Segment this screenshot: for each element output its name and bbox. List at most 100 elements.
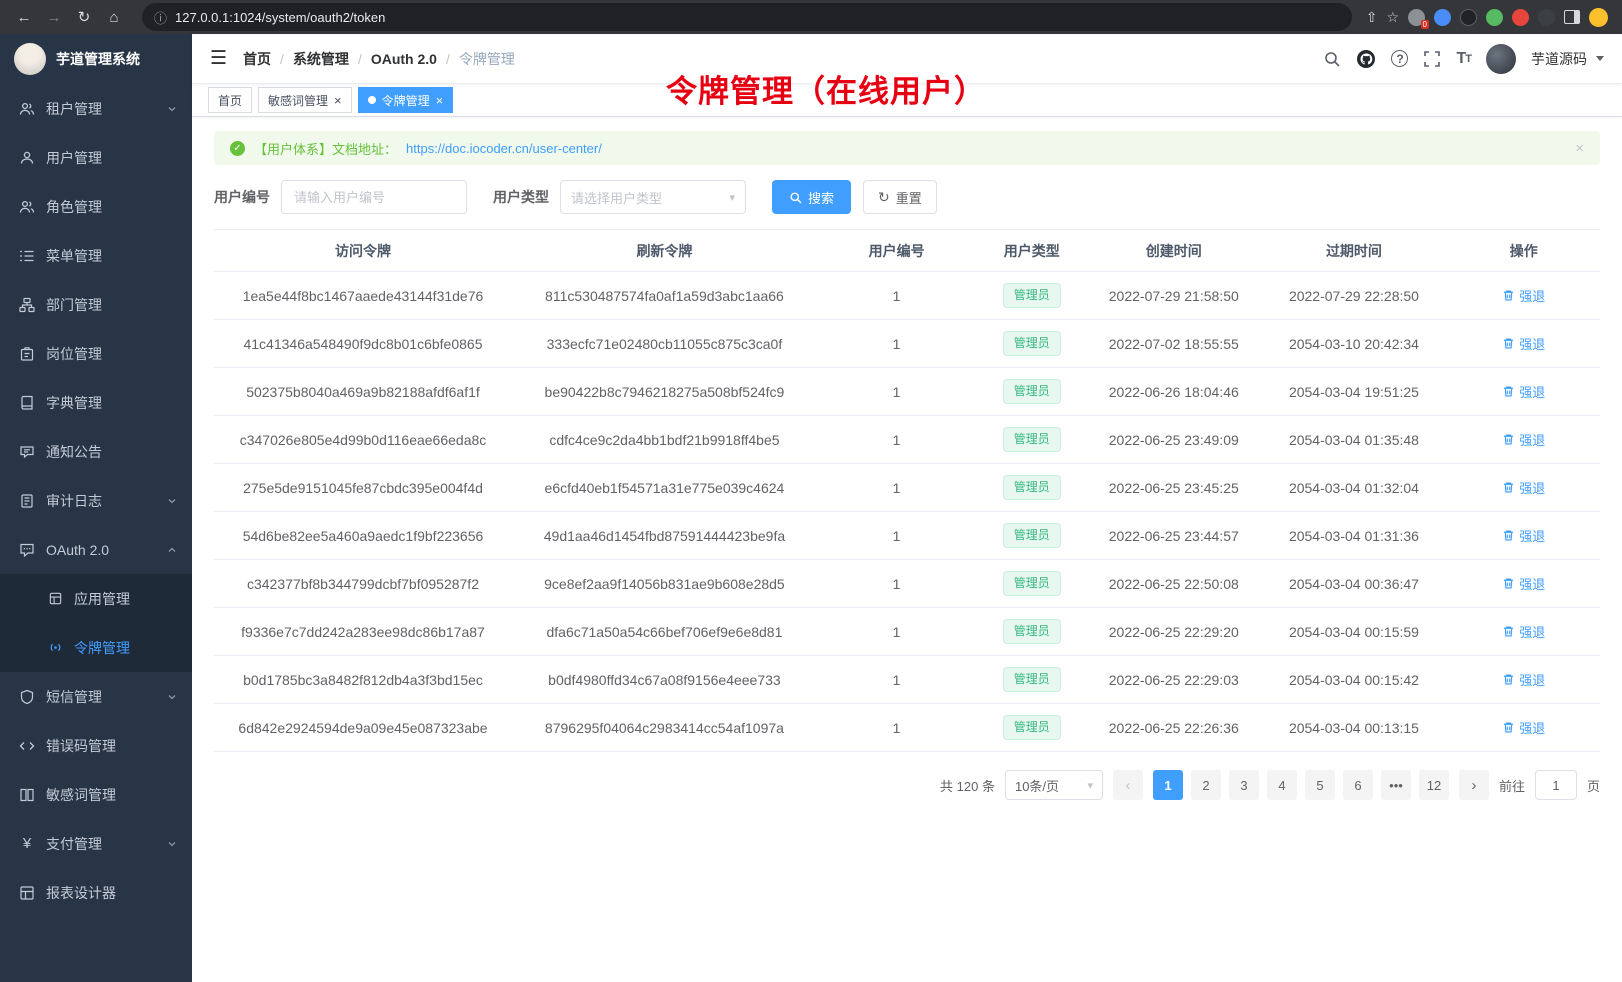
table-row: b0d1785bc3a8482f812db4a3f3bd15ec b0df498…	[214, 656, 1600, 704]
document-icon	[19, 493, 35, 509]
sidebar-item-post[interactable]: 岗位管理	[0, 329, 192, 378]
sidebar-item-token-management[interactable]: 令牌管理	[0, 623, 192, 672]
force-logout-button[interactable]: 强退	[1502, 622, 1545, 641]
doc-link[interactable]: https://doc.iocoder.cn/user-center/	[406, 141, 602, 156]
extension-icon[interactable]	[1460, 9, 1477, 26]
user-menu-caret-icon[interactable]	[1596, 56, 1604, 61]
extension-icon[interactable]	[1486, 9, 1503, 26]
sidebar-item-user[interactable]: 用户管理	[0, 133, 192, 182]
breadcrumb-oauth[interactable]: OAuth 2.0	[371, 51, 437, 67]
pagination-next-button[interactable]: ›	[1459, 770, 1489, 800]
side-panel-icon[interactable]	[1564, 10, 1580, 24]
goto-page-input[interactable]	[1535, 770, 1577, 800]
sidebar-item-tenant[interactable]: 租户管理	[0, 84, 192, 133]
active-dot-icon	[368, 96, 376, 104]
breadcrumb-home[interactable]: 首页	[243, 49, 271, 69]
cell-created-time: 2022-07-02 18:55:55	[1087, 320, 1260, 368]
sidebar-item-notice[interactable]: 通知公告	[0, 427, 192, 476]
refresh-icon: ↻	[878, 190, 890, 204]
pagination-page-12[interactable]: 12	[1419, 770, 1449, 800]
pagination-ellipsis[interactable]: •••	[1381, 770, 1411, 800]
force-logout-button[interactable]: 强退	[1502, 478, 1545, 497]
sidebar-item-error-code[interactable]: 错误码管理	[0, 721, 192, 770]
app-window-icon	[47, 591, 63, 607]
list-icon	[19, 248, 35, 264]
extension-icon[interactable]	[1512, 9, 1529, 26]
oauth-submenu: 应用管理 令牌管理	[0, 574, 192, 672]
force-logout-button[interactable]: 强退	[1502, 574, 1545, 593]
sidebar-item-dept[interactable]: 部门管理	[0, 280, 192, 329]
sidebar-item-dict[interactable]: 字典管理	[0, 378, 192, 427]
browser-forward-icon[interactable]: →	[40, 3, 68, 31]
sidebar-item-report-designer[interactable]: 报表设计器	[0, 868, 192, 917]
sidebar-item-sms[interactable]: 短信管理	[0, 672, 192, 721]
user-id-input[interactable]	[281, 180, 467, 214]
force-logout-button[interactable]: 强退	[1502, 526, 1545, 545]
pagination-page-2[interactable]: 2	[1191, 770, 1221, 800]
search-button[interactable]: 搜索	[772, 180, 851, 214]
force-logout-button[interactable]: 强退	[1502, 430, 1545, 449]
user-type-badge: 管理员	[1003, 283, 1061, 308]
table-row: 275e5de9151045fe87cbdc395e004f4d e6cfd40…	[214, 464, 1600, 512]
pagination-page-5[interactable]: 5	[1305, 770, 1335, 800]
cell-access-token: 6d842e2924594de9a09e45e087323abe	[214, 704, 512, 752]
sidebar-item-role[interactable]: 角色管理	[0, 182, 192, 231]
user-type-select[interactable]: 请选择用户类型 ▾	[560, 180, 746, 214]
table-row: f9336e7c7dd242a283ee98dc86b17a87 dfa6c71…	[214, 608, 1600, 656]
extension-icon[interactable]	[1408, 9, 1425, 26]
force-logout-button[interactable]: 强退	[1502, 718, 1545, 737]
pagination-page-3[interactable]: 3	[1229, 770, 1259, 800]
extension-icon[interactable]	[1538, 9, 1555, 26]
user-type-badge: 管理员	[1003, 571, 1061, 596]
cell-access-token: 502375b8040a469a9b82188afdf6af1f	[214, 368, 512, 416]
breadcrumb-system[interactable]: 系统管理	[293, 49, 349, 69]
search-icon[interactable]	[1323, 50, 1341, 68]
force-logout-button[interactable]: 强退	[1502, 334, 1545, 353]
browser-home-icon[interactable]: ⌂	[100, 3, 128, 31]
help-icon[interactable]: ?	[1391, 50, 1408, 67]
user-name[interactable]: 芋道源码	[1531, 49, 1587, 69]
pagination-total: 共 120 条	[940, 776, 995, 795]
tab-sensitive-word[interactable]: 敏感词管理 ×	[258, 87, 352, 113]
extension-icon[interactable]	[1434, 9, 1451, 26]
browser-refresh-icon[interactable]: ↻	[70, 3, 98, 31]
user-avatar[interactable]	[1486, 44, 1516, 74]
sidebar-item-sensitive-word[interactable]: 敏感词管理	[0, 770, 192, 819]
col-actions: 操作	[1448, 230, 1601, 272]
collapse-menu-icon[interactable]: ☰	[210, 49, 227, 68]
browser-profile-avatar[interactable]	[1589, 8, 1608, 27]
delete-icon	[1502, 625, 1515, 638]
sidebar-item-audit-log[interactable]: 审计日志	[0, 476, 192, 525]
force-logout-button[interactable]: 强退	[1502, 382, 1545, 401]
pagination-page-1[interactable]: 1	[1153, 770, 1183, 800]
site-info-icon[interactable]: ⓘ	[154, 8, 167, 27]
tab-home[interactable]: 首页	[208, 87, 252, 113]
user-type-badge: 管理员	[1003, 523, 1061, 548]
app-logo[interactable]: 芋道管理系统	[0, 34, 192, 84]
github-icon[interactable]	[1356, 49, 1376, 69]
pagination-page-6[interactable]: 6	[1343, 770, 1373, 800]
pagination-page-4[interactable]: 4	[1267, 770, 1297, 800]
force-logout-button[interactable]: 强退	[1502, 670, 1545, 689]
sidebar-item-app-management[interactable]: 应用管理	[0, 574, 192, 623]
bookmark-star-icon[interactable]: ☆	[1386, 9, 1399, 26]
alert-close-icon[interactable]: ×	[1575, 140, 1584, 157]
close-icon[interactable]: ×	[436, 94, 444, 107]
sidebar-item-menu[interactable]: 菜单管理	[0, 231, 192, 280]
browser-address-bar[interactable]: ⓘ 127.0.0.1:1024/system/oauth2/token	[142, 3, 1352, 31]
browser-back-icon[interactable]: ←	[10, 3, 38, 31]
page-size-select[interactable]: 10条/页 ▾	[1005, 770, 1103, 800]
col-refresh-token: 刷新令牌	[512, 230, 817, 272]
close-icon[interactable]: ×	[334, 94, 342, 107]
users-icon	[19, 101, 35, 117]
sidebar-item-oauth[interactable]: OAuth 2.0	[0, 525, 192, 574]
fullscreen-icon[interactable]	[1423, 50, 1441, 68]
pagination-prev-button[interactable]: ‹	[1113, 770, 1143, 800]
share-icon[interactable]: ⇧	[1366, 9, 1378, 26]
sidebar-item-payment[interactable]: ¥ 支付管理	[0, 819, 192, 868]
reset-button[interactable]: ↻ 重置	[863, 180, 937, 214]
force-logout-button[interactable]: 强退	[1502, 286, 1545, 305]
cell-expire-time: 2022-07-29 22:28:50	[1260, 272, 1447, 320]
font-size-icon[interactable]: TT	[1456, 50, 1471, 68]
tab-token-management[interactable]: 令牌管理 ×	[358, 87, 454, 113]
